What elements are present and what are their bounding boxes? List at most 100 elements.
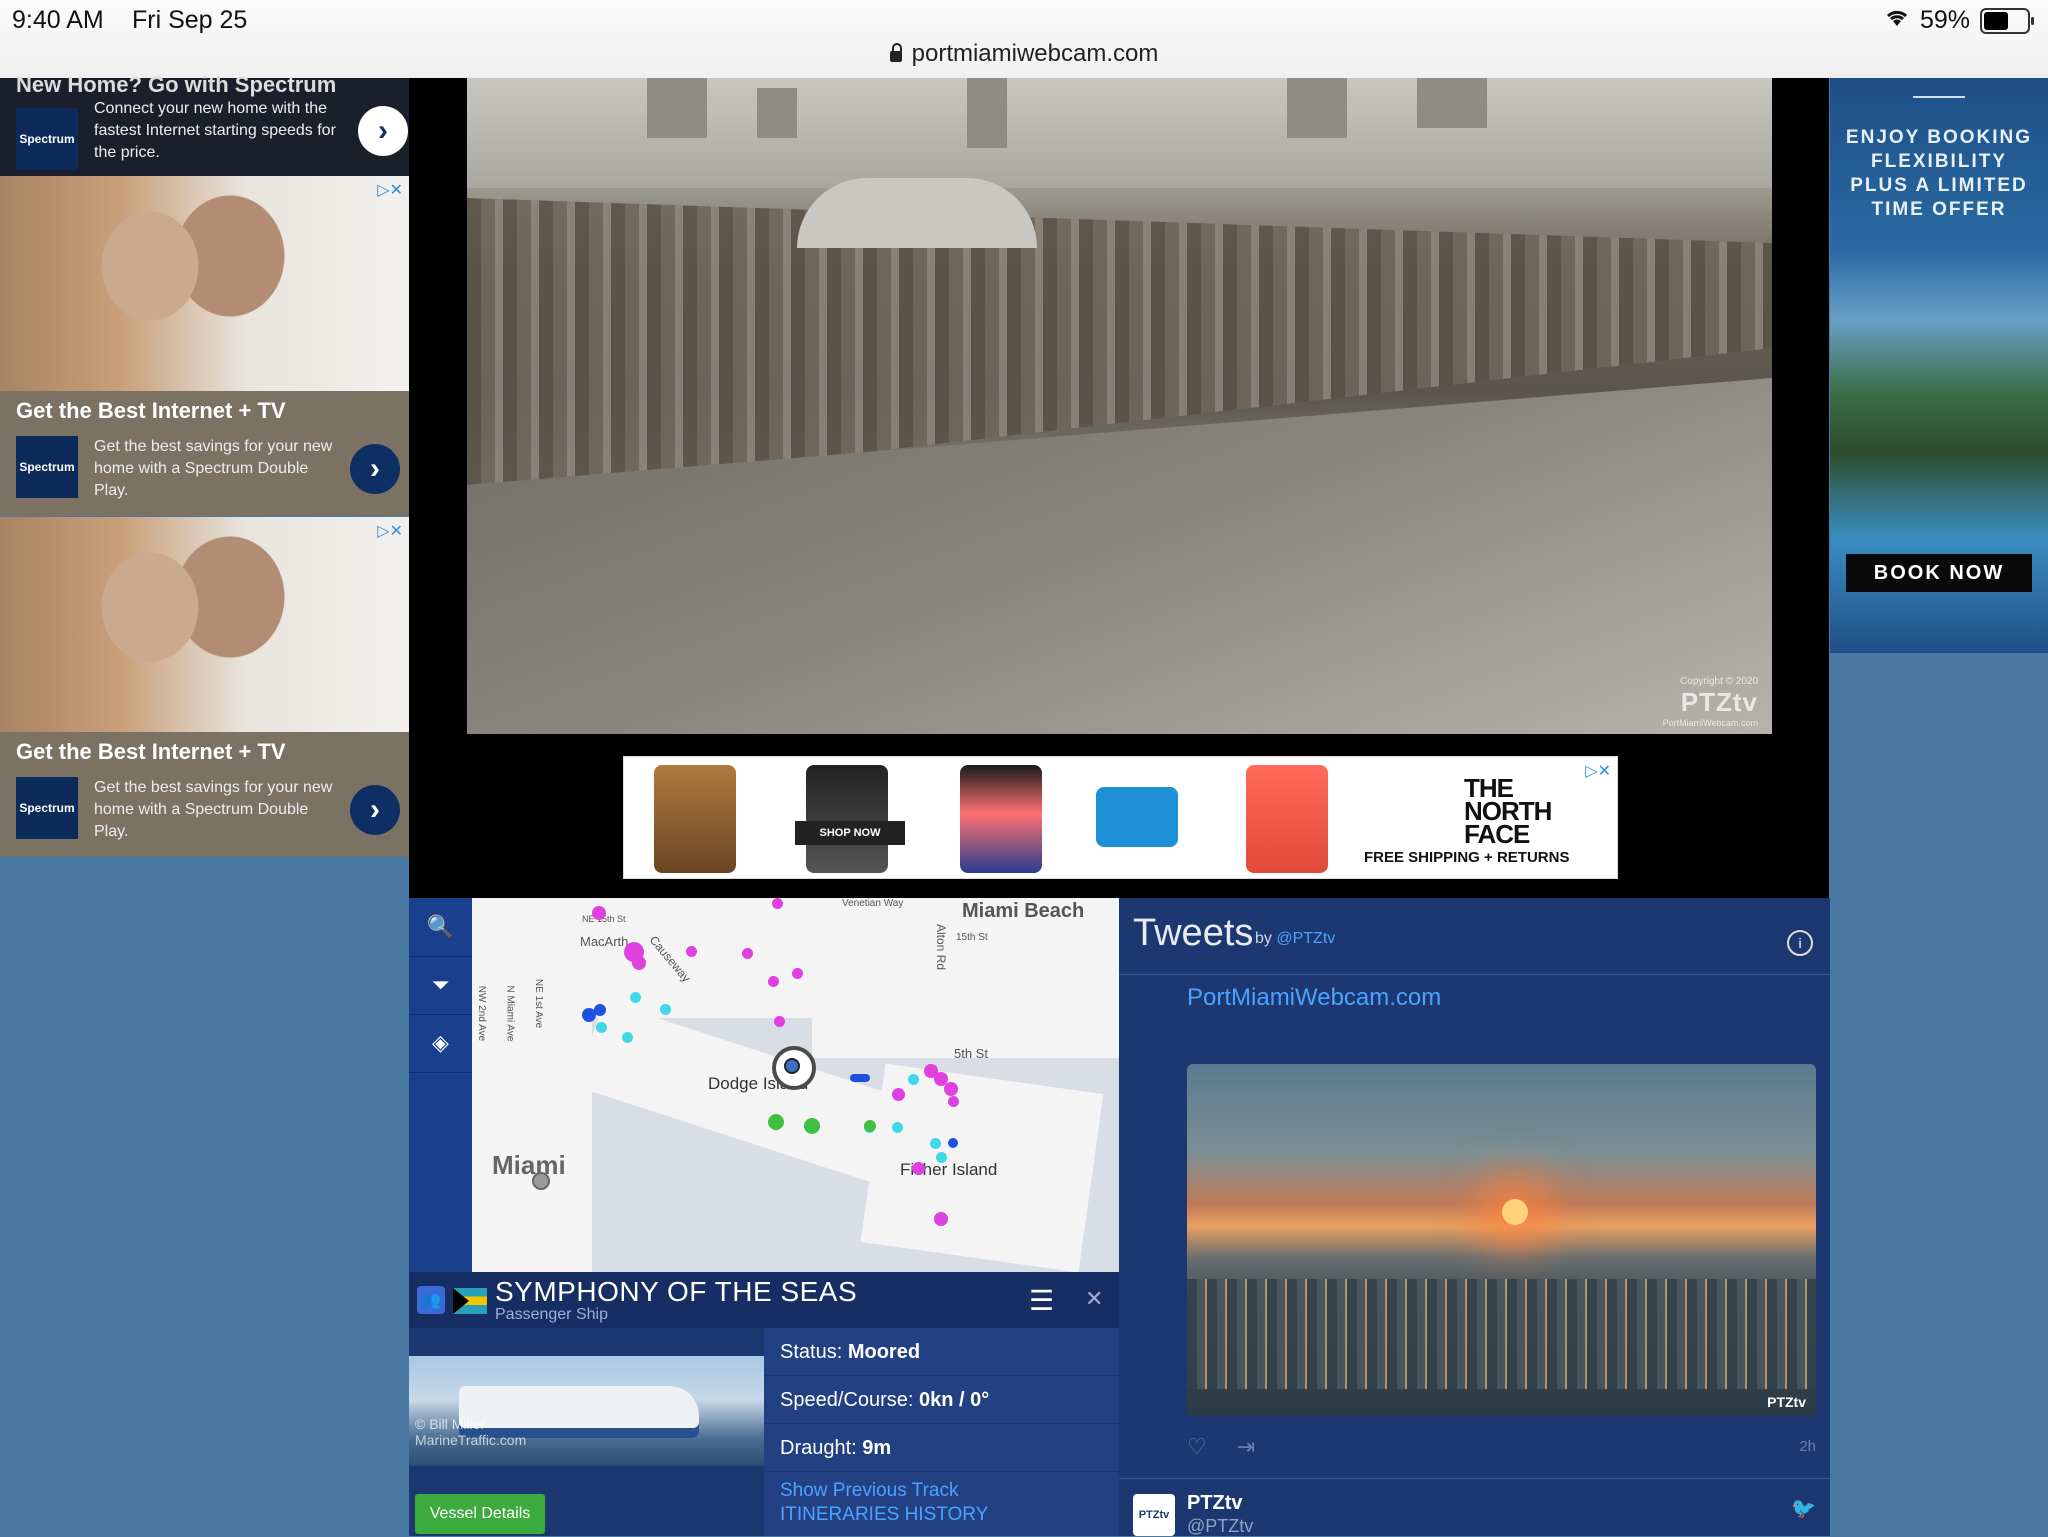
status-date: Fri Sep 25 [132,6,248,34]
skyline-tower [757,88,797,138]
skyline-tower [967,78,1007,148]
show-previous-track-link[interactable]: Show Previous Track [780,1480,958,1502]
vessel-dot[interactable] [850,1074,870,1082]
vessel-dot[interactable] [742,948,753,959]
tweet-image[interactable]: PTZtv [1187,1064,1816,1416]
skyline-tower [1287,78,1347,138]
status-right: 59% [1884,6,2034,35]
wifi-icon [1884,6,1910,35]
spectrum-ad-top[interactable]: New Home? Go with Spectrum Spectrum Conn… [0,72,409,176]
layers-icon[interactable]: ◈ [409,1014,472,1073]
vessel-details-button[interactable]: Vessel Details [415,1494,545,1534]
info-icon[interactable]: i [1787,930,1813,956]
draught-value: 9m [862,1437,892,1459]
vessel-dot[interactable] [892,1122,903,1133]
webcam-terminal [797,178,1037,248]
vessel-dot[interactable] [934,1212,948,1226]
vessel-dot[interactable] [660,1004,671,1015]
vessel-dot[interactable] [686,946,697,957]
vessel-dot[interactable] [592,906,606,920]
selected-vessel-marker[interactable] [772,1046,816,1090]
vessel-dot[interactable] [930,1138,941,1149]
resort-ad[interactable]: ENJOY BOOKING FLEXIBILITY PLUS A LIMITED… [1830,78,2048,653]
like-heart-icon[interactable]: ♡ [1187,1434,1207,1459]
divider [1119,1478,1830,1479]
tweet-time: 2h [1799,1438,1816,1455]
lock-icon [889,43,902,62]
vessel-dot[interactable] [936,1152,947,1163]
northface-ad[interactable]: SHOP NOW ▷✕ THE NORTH FACE FREE SHIPPING… [623,756,1618,879]
adchoices-icon[interactable]: ▷✕ [377,180,403,200]
vessel-dot[interactable] [774,1016,785,1027]
menu-icon[interactable]: ☰ [1029,1284,1054,1317]
map-label-5th-st: 5th St [954,1046,988,1061]
vessel-map[interactable]: Miami Beach Dodge Island Miami Fisher Is… [472,898,1119,1272]
search-icon[interactable]: 🔍 [409,898,472,957]
twitter-bird-icon[interactable]: 🐦 [1791,1496,1816,1521]
close-icon[interactable]: ✕ [1085,1286,1103,1312]
ad-arrow-button[interactable]: › [358,106,408,156]
ad-arrow-button[interactable]: › [350,785,400,835]
ad-headline: Get the Best Internet + TV [16,739,286,764]
vessel-dot[interactable] [892,1088,905,1101]
product-duffel [1096,787,1178,847]
vessel-info: Status: Moored Speed/Course: 0kn / 0° Dr… [764,1328,1119,1536]
adchoices-icon[interactable]: ▷✕ [1585,761,1611,781]
vessel-dot[interactable] [630,992,641,1003]
vessel-dot[interactable] [594,1004,606,1016]
ad-headline: Get the Best Internet + TV [16,398,286,423]
headline-line: ENJOY BOOKING [1845,127,2033,148]
tweets-handle-link[interactable]: @PTZtv [1276,930,1335,947]
book-now-button[interactable]: BOOK NOW [1846,554,2032,592]
adchoices-icon[interactable]: ▷✕ [377,521,403,541]
vessel-dot[interactable] [912,1162,925,1175]
map-toolbar: 🔍 ⏷ ◈ [409,898,472,1272]
ad-description: Get the best savings for your new home w… [94,438,333,499]
webcam-video[interactable]: Copyright © 2020 PTZtv PortMiamiWebcam.c… [467,78,1772,734]
vessel-dot[interactable] [864,1120,876,1132]
headline-line: FLEXIBILITY [1871,151,2007,172]
resort-ad-headline: ENJOY BOOKING FLEXIBILITY PLUS A LIMITED… [1830,126,2048,222]
tweets-panel: Tweets by @PTZtv i PortMiamiWebcam.com P… [1119,898,1830,1536]
group-icon[interactable]: 👥 [417,1286,445,1314]
product-hood [654,765,736,873]
vessel-dot[interactable] [792,968,803,979]
photo-credit-line: © Bill Miller [415,1416,486,1432]
map-label-macarthur: MacArth [580,934,629,949]
tweets-title: Tweets [1133,912,1254,954]
filter-icon[interactable]: ⏷ [409,956,472,1015]
vessel-card: 👥 SYMPHONY OF THE SEAS Passenger Ship ☰ … [409,1272,1119,1536]
spectrum-logo: Spectrum [16,436,78,498]
share-icon[interactable]: ⇥ [1237,1434,1255,1459]
tweet-author-name[interactable]: PTZtv [1187,1492,1243,1515]
tweet-author-handle[interactable]: @PTZtv [1187,1516,1253,1537]
itineraries-history-link[interactable]: ITINERARIES HISTORY [780,1504,988,1526]
vessel-dot[interactable] [908,1074,919,1085]
shop-now-button[interactable]: SHOP NOW [795,821,905,845]
vessel-dot[interactable] [596,1022,607,1033]
webcam-watermark: Copyright © 2020 PTZtv PortMiamiWebcam.c… [1663,676,1758,728]
battery-fill [1984,11,2008,30]
vessel-dot[interactable] [632,956,646,970]
vessel-dot[interactable] [948,1096,959,1107]
battery-percent: 59% [1919,6,1970,34]
vessel-dot[interactable] [768,976,779,987]
product-pink-hoodie [1246,765,1328,873]
address-bar[interactable]: portmiamiwebcam.com [0,40,2048,68]
ad-divider [1913,96,1965,98]
vessel-dot[interactable] [804,1118,820,1134]
ad-arrow-button[interactable]: › [350,444,400,494]
spectrum-ad-card-2[interactable]: ▷✕ Get the Best Internet + TV Spectrum G… [0,517,409,857]
spectrum-ad-card-1[interactable]: ▷✕ Get the Best Internet + TV Spectrum G… [0,176,409,516]
vessel-speed-row: Speed/Course: 0kn / 0° [764,1376,1119,1424]
vessel-dot[interactable] [944,1082,958,1096]
vessel-dot[interactable] [772,898,783,909]
map-label-nw-2nd-ave: NW 2nd Ave [476,985,488,1042]
speed-value: 0kn / 0° [918,1389,990,1411]
avatar[interactable]: PTZtv [1133,1494,1175,1536]
vessel-dot[interactable] [768,1114,784,1130]
product-hoodie [960,765,1042,873]
vessel-dot[interactable] [948,1138,958,1148]
vessel-dot[interactable] [622,1032,633,1043]
tweet-link[interactable]: PortMiamiWebcam.com [1187,984,1441,1012]
